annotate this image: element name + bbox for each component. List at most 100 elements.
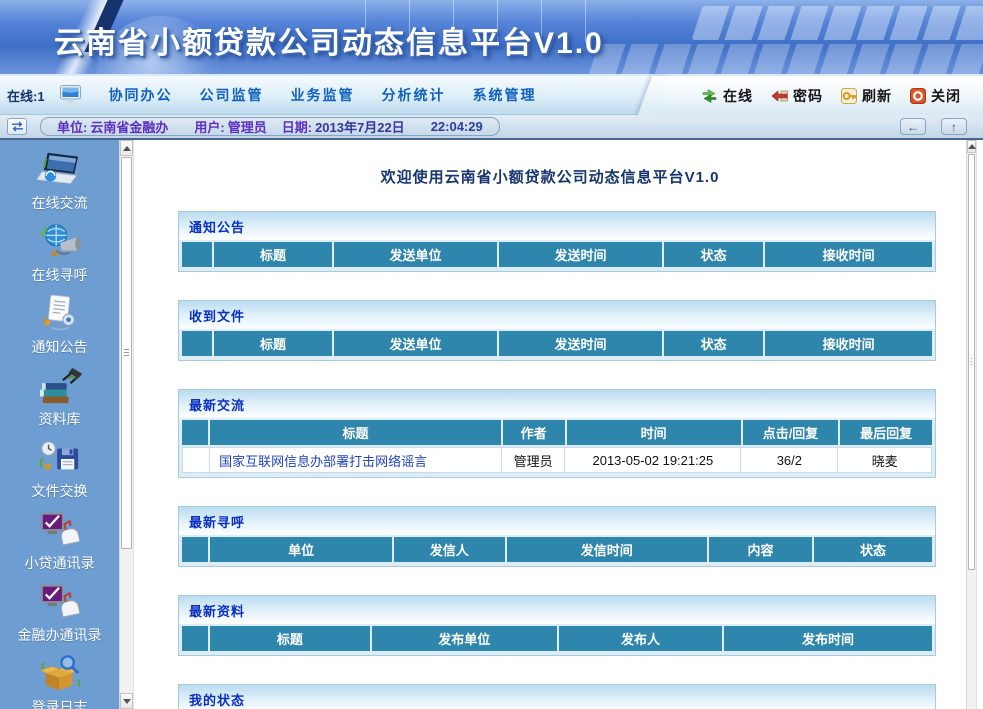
section-header: 最新寻呼 [179, 507, 935, 535]
sidebar-item-0[interactable]: 在线交流 [32, 150, 88, 213]
row-title-link[interactable]: 国家互联网信息办部署打击网络谣言 [209, 448, 501, 472]
column-header [182, 242, 212, 267]
sidebar-item-label: 金融办通讯录 [18, 625, 102, 645]
online-chat-icon [35, 150, 85, 190]
sidebar-item-2[interactable]: 通知公告 [32, 294, 88, 357]
sidebar: 在线交流在线寻呼通知公告资料库文件交换小贷通讯录金融办通讯录登录日志 [0, 140, 119, 709]
info-bar: 单位: 云南省金融办 用户: 管理员 日期: 2013年7月22日 22:04:… [0, 115, 983, 140]
sidebar-item-label: 登录日志 [32, 697, 88, 709]
sidebar-item-3[interactable]: 资料库 [35, 366, 85, 429]
column-header [182, 537, 208, 562]
swap-refresh-button[interactable] [7, 118, 27, 135]
refresh-key-button[interactable]: 刷新 [841, 86, 892, 106]
table-cell: 2013-05-02 19:21:25 [564, 448, 740, 472]
action-label: 在线 [723, 86, 753, 106]
password-action-icon [771, 89, 788, 103]
sidebar-item-label: 在线寻呼 [32, 265, 88, 285]
column-header: 发送时间 [497, 331, 662, 356]
column-header: 标题 [208, 626, 369, 651]
section-received-files: 收到文件标题发送单位发送时间状态接收时间 [178, 300, 936, 361]
sidebar-item-5[interactable]: 小贷通讯录 [25, 510, 95, 573]
column-header: 单位 [208, 537, 392, 562]
column-header [182, 331, 212, 356]
section-body: 标题发布单位发布人发布时间 [179, 624, 935, 655]
section-header: 我的状态 [179, 685, 935, 709]
monitor-icon [59, 85, 82, 105]
welcome-title: 欢迎使用云南省小额贷款公司动态信息平台V1.0 [134, 166, 966, 187]
column-header: 发信时间 [505, 537, 708, 562]
section-latest-materials: 最新资料标题发布单位发布人发布时间 [178, 595, 936, 656]
menu-item-3[interactable]: 分析统计 [382, 85, 446, 105]
menu-item-2[interactable]: 业务监管 [291, 85, 355, 105]
column-header: 状态 [812, 537, 932, 562]
table-header-row: 标题发送单位发送时间状态接收时间 [182, 331, 932, 356]
column-header: 标题 [212, 242, 332, 267]
sidebar-item-1[interactable]: 在线寻呼 [32, 222, 88, 285]
scroll-up-button[interactable] [120, 140, 133, 156]
online-action-button[interactable]: 在线 [701, 86, 753, 106]
scroll-up-button[interactable] [967, 140, 976, 153]
column-header: 发布时间 [722, 626, 932, 651]
right-filler [977, 140, 983, 709]
main-scrollbar[interactable] [966, 140, 977, 709]
menu-item-4[interactable]: 系统管理 [473, 85, 537, 105]
column-header: 作者 [501, 420, 565, 445]
menu-item-0[interactable]: 协同办公 [109, 85, 173, 105]
date-label: 日期: [282, 117, 312, 136]
collapse-up-button[interactable]: ↑ [941, 118, 967, 135]
table-header-row: 标题发送单位发送时间状态接收时间 [182, 242, 932, 267]
user-label: 用户: [194, 117, 224, 136]
up-arrow-icon [123, 146, 131, 151]
section-header: 最新资料 [179, 596, 935, 624]
app-title: 云南省小额贷款公司动态信息平台V1.0 [54, 18, 604, 62]
column-header: 发送单位 [332, 242, 497, 267]
section-title: 最新交流 [189, 395, 245, 414]
section-notice: 通知公告标题发送单位发送时间状态接收时间 [178, 211, 936, 272]
close-action-icon [910, 88, 926, 104]
column-header: 发布单位 [370, 626, 558, 651]
column-header [182, 626, 208, 651]
sidebar-item-label: 小贷通讯录 [25, 553, 95, 573]
sidebar-item-6[interactable]: 金融办通讯录 [18, 582, 102, 645]
sidebar-item-label: 在线交流 [32, 193, 88, 213]
keyboard-art-top [691, 6, 983, 40]
login-log-icon [35, 654, 85, 694]
online-action-icon [701, 89, 718, 103]
sidebar-item-7[interactable]: 登录日志 [32, 654, 88, 709]
scroll-down-button[interactable] [120, 693, 133, 709]
sidebar-item-label: 通知公告 [32, 337, 88, 357]
main-scroll-thumb[interactable] [968, 154, 975, 570]
section-my-status: 我的状态登录单位：云南省金融办权限范围：云南省 [178, 684, 936, 709]
sidebar-item-label: 文件交换 [32, 481, 88, 501]
section-body: 标题作者时间点击/回复最后回复国家互联网信息办部署打击网络谣言管理员2013-0… [179, 418, 935, 477]
column-header: 状态 [662, 242, 763, 267]
unit-value: 云南省金融办 [90, 117, 168, 136]
sidebar-scroll-thumb[interactable] [121, 157, 132, 549]
table-cell: 晓麦 [837, 448, 931, 472]
column-header: 点击/回复 [741, 420, 839, 445]
session-info-pill: 单位: 云南省金融办 用户: 管理员 日期: 2013年7月22日 22:04:… [40, 117, 500, 136]
column-header: 最后回复 [838, 420, 932, 445]
sidebar-item-4[interactable]: 文件交换 [32, 438, 88, 501]
sidebar-scrollbar[interactable] [119, 140, 134, 709]
thumb-grip [971, 358, 972, 366]
top-banner: 云南省小额贷款公司动态信息平台V1.0 [0, 0, 983, 76]
password-action-button[interactable]: 密码 [771, 86, 823, 106]
table-cell: 管理员 [501, 448, 565, 472]
user-value: 管理员 [228, 117, 267, 136]
menu-items: 协同办公 公司监管 业务监管 分析统计 系统管理 [82, 85, 537, 105]
up-arrow-icon [968, 144, 976, 149]
column-header: 发送单位 [332, 331, 497, 356]
collapse-left-button[interactable]: ← [900, 118, 926, 135]
swap-arrows-icon [11, 121, 24, 132]
section-body: 标题发送单位发送时间状态接收时间 [179, 240, 935, 271]
file-exchange-icon [35, 438, 85, 478]
column-header: 标题 [208, 420, 501, 445]
close-action-button[interactable]: 关闭 [910, 86, 961, 106]
menu-item-1[interactable]: 公司监管 [200, 85, 264, 105]
column-header: 内容 [707, 537, 812, 562]
unit-label: 单位: [57, 117, 87, 136]
content-area: 在线交流在线寻呼通知公告资料库文件交换小贷通讯录金融办通讯录登录日志 欢迎使用云… [0, 140, 983, 709]
sections: 通知公告标题发送单位发送时间状态接收时间收到文件标题发送单位发送时间状态接收时间… [178, 211, 936, 709]
down-arrow-icon [123, 699, 131, 704]
